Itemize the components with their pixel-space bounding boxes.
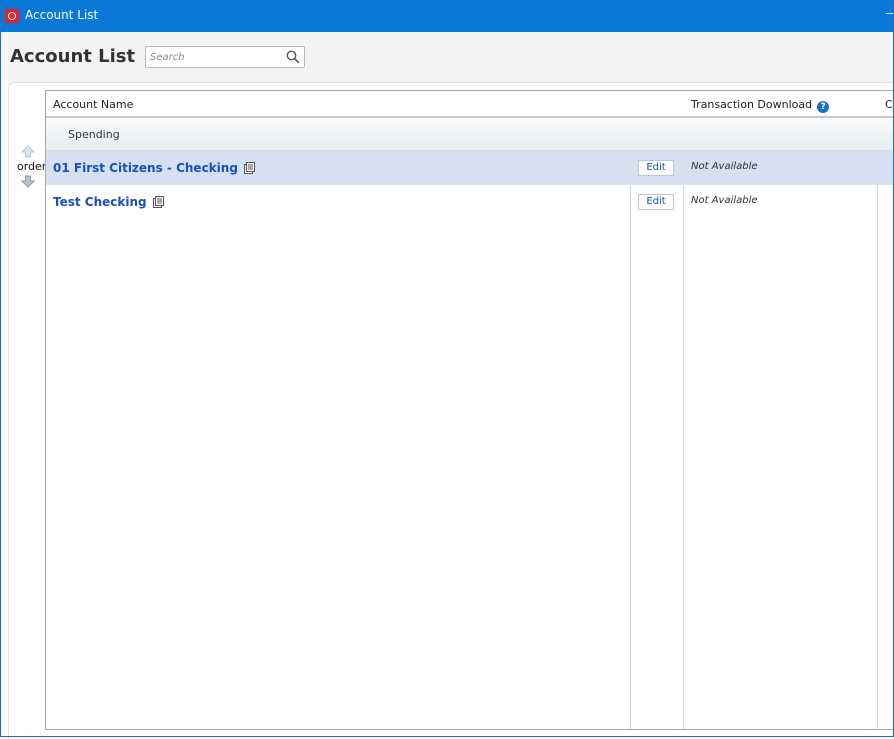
window-frame xyxy=(0,0,894,737)
